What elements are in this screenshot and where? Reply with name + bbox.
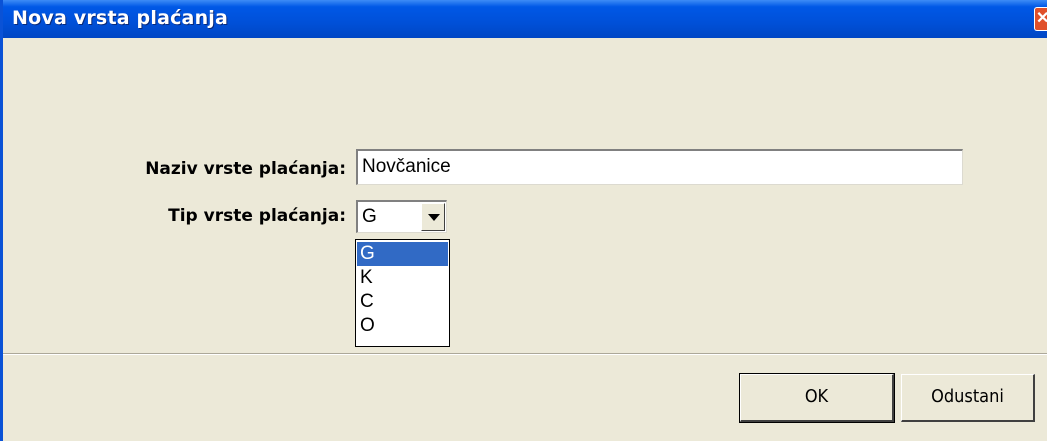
- title-bar[interactable]: Nova vrsta plaćanja ✕: [3, 0, 1047, 38]
- type-select[interactable]: G: [356, 200, 447, 233]
- type-select-value: G: [362, 206, 377, 227]
- name-label: Naziv vrste plaćanja:: [145, 159, 346, 179]
- type-option-o[interactable]: O: [357, 314, 448, 338]
- dialog-window: Nova vrsta plaćanja ✕ Naziv vrste plaćan…: [0, 0, 1047, 441]
- type-option-c[interactable]: C: [357, 290, 448, 314]
- close-button[interactable]: ✕: [1034, 7, 1047, 31]
- dialog-body: Naziv vrste plaćanja: Novčanice Tip vrst…: [3, 38, 1047, 441]
- type-option-g[interactable]: G: [357, 242, 448, 266]
- window-title: Nova vrsta plaćanja: [12, 7, 229, 29]
- type-option-k[interactable]: K: [357, 266, 448, 290]
- close-icon: ✕: [1036, 8, 1047, 30]
- chevron-down-icon[interactable]: [421, 203, 445, 231]
- ok-button[interactable]: OK: [739, 373, 895, 423]
- type-label: Tip vrste plaćanja:: [168, 206, 346, 226]
- cancel-button[interactable]: Odustani: [901, 374, 1035, 422]
- name-input[interactable]: Novčanice: [356, 149, 963, 185]
- type-dropdown-list: G K C O: [355, 239, 450, 347]
- button-separator: [3, 353, 1047, 355]
